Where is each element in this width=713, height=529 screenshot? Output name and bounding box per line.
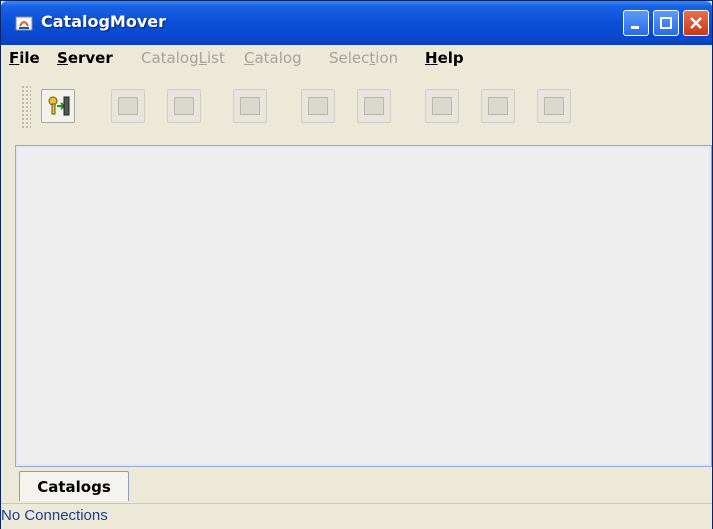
catalog-file-icon [240, 97, 260, 115]
toolbar-button-6[interactable] [357, 89, 391, 123]
toolbar-button-3[interactable] [167, 89, 201, 123]
catalog-icon [118, 97, 138, 115]
menu-catalog[interactable]: Catalog [244, 49, 302, 67]
catalog-icon [174, 97, 194, 115]
toolbar-button-5[interactable] [301, 89, 335, 123]
app-window: CatalogMover File Server CatalogList Cat… [0, 0, 713, 529]
menu-bar: File Server CatalogList Catalog Selectio… [1, 45, 712, 71]
table-icon [544, 97, 564, 115]
menu-selection[interactable]: Selection [329, 49, 398, 67]
java-app-icon [15, 16, 33, 31]
status-text: No Connections [1, 507, 108, 524]
connect-button[interactable] [41, 89, 75, 123]
close-button[interactable] [683, 10, 709, 36]
menu-help[interactable]: Help [425, 49, 464, 67]
window-title: CatalogMover [41, 12, 166, 31]
minimize-button[interactable] [623, 10, 649, 36]
tab-strip: Catalogs [15, 469, 712, 501]
disk-text-icon [364, 97, 384, 115]
connect-icon [48, 96, 70, 116]
toolbar [1, 71, 712, 137]
menu-server[interactable]: Server [57, 49, 113, 67]
maximize-icon [660, 17, 672, 29]
maximize-button[interactable] [653, 10, 679, 36]
toolbar-button-9[interactable] [537, 89, 571, 123]
minimize-icon [631, 26, 639, 29]
list-icon [432, 97, 452, 115]
title-bar[interactable]: CatalogMover [1, 1, 712, 45]
toolbar-button-7[interactable] [425, 89, 459, 123]
toolbar-button-2[interactable] [111, 89, 145, 123]
tab-catalogs[interactable]: Catalogs [19, 471, 129, 501]
catalog-panel[interactable] [15, 145, 712, 467]
list-alt-icon [488, 97, 508, 115]
menu-file[interactable]: File [9, 49, 40, 67]
toolbar-grip-handle[interactable] [21, 85, 31, 129]
close-icon [690, 17, 702, 29]
menu-cataloglist[interactable]: CatalogList [141, 49, 225, 67]
toolbar-button-4[interactable] [233, 89, 267, 123]
status-bar: No Connections [1, 503, 712, 529]
toolbar-button-8[interactable] [481, 89, 515, 123]
disk-icon [308, 97, 328, 115]
